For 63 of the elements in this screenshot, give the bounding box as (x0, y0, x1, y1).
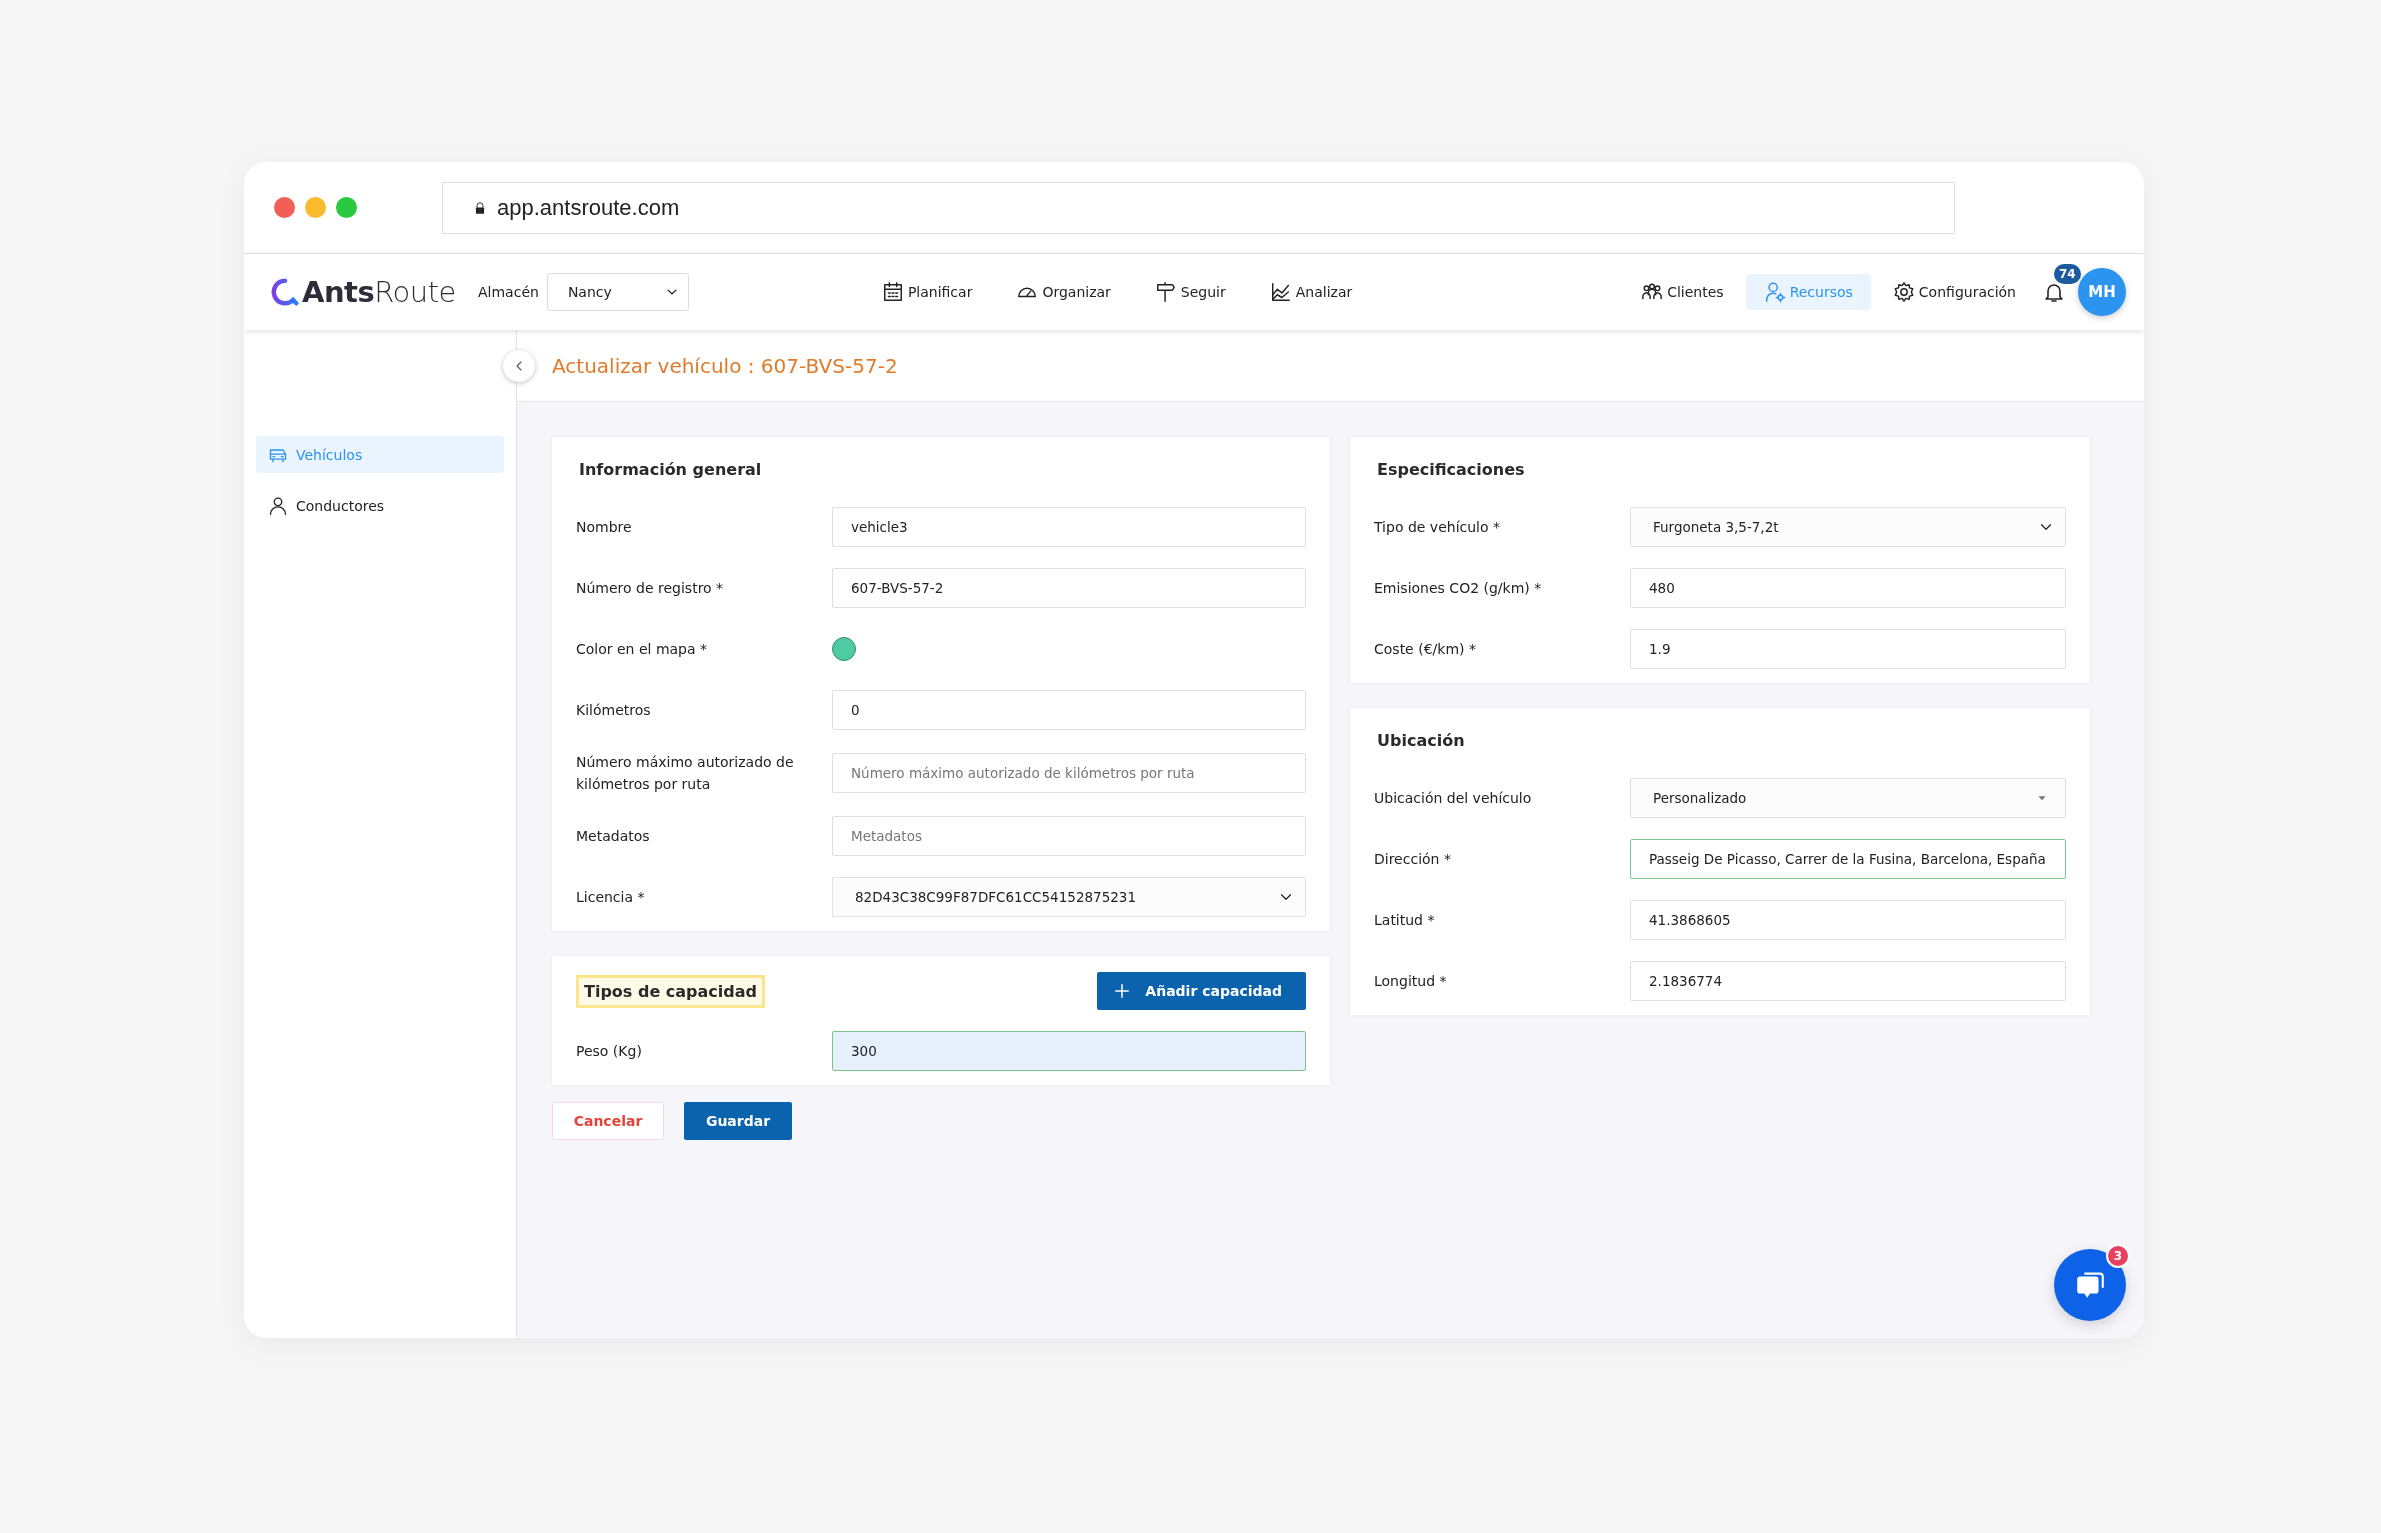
select-field[interactable]: 82D43C38C99F87DFC61CC54152875231 (832, 877, 1306, 917)
lock-icon (473, 199, 487, 216)
window-close-button[interactable] (274, 197, 295, 218)
input-field[interactable]: Metadatos (832, 816, 1306, 856)
section-title: Especificaciones (1376, 459, 1526, 481)
field-label: Ubicación del vehículo (1374, 789, 1533, 808)
nav-link[interactable]: Analizar (1261, 274, 1361, 310)
input-field[interactable]: Passeig De Picasso, Carrer de la Fusina, Barcelona, España (1630, 839, 2066, 879)
input-field[interactable]: 41.3868605 (1630, 900, 2066, 940)
nav-link[interactable]: Seguir (1146, 274, 1234, 310)
cancel-button[interactable]: Cancelar (552, 1102, 664, 1140)
input-field[interactable]: 300 (832, 1031, 1306, 1071)
field-label: Longitud * (1374, 972, 1448, 991)
field-label: Peso (Kg) (576, 1042, 643, 1061)
field-label: Número de registro * (576, 579, 725, 598)
sidebar-item[interactable]: Conductores (256, 487, 504, 524)
plus-icon (1113, 982, 1132, 1000)
input-field[interactable]: 2.1836774 (1630, 961, 2066, 1001)
logo-icon (270, 277, 300, 307)
input-field[interactable]: 1.9 (1630, 629, 2066, 669)
input-field[interactable]: 0 (832, 690, 1306, 730)
section-title: Tipos de capacidad (576, 974, 765, 1008)
page-title: Actualizar vehículo : 607-BVS-57-2 (552, 353, 898, 378)
signpost-icon (1154, 281, 1177, 303)
person-gear-icon (1763, 281, 1786, 303)
nav-link[interactable]: Organizar (1008, 274, 1119, 310)
field-label: Emisiones CO2 (g/km) * (1374, 579, 1543, 598)
warehouse-label: Almacén (478, 284, 539, 300)
nav-link[interactable]: Planificar (873, 274, 981, 310)
nav-link[interactable]: Clientes (1633, 274, 1732, 310)
section-title: Ubicación (1376, 730, 1466, 752)
input-field[interactable]: vehicle3 (832, 507, 1306, 547)
field-label: Coste (€/km) * (1374, 640, 1477, 659)
address-bar[interactable]: app.antsroute.com (442, 181, 1955, 234)
window-maximize-button[interactable] (336, 197, 357, 218)
collapse-sidebar-button[interactable] (503, 349, 535, 382)
chart-icon (1269, 281, 1292, 303)
save-button[interactable]: Guardar (684, 1102, 792, 1140)
field-label: Latitud * (1374, 911, 1436, 930)
input-field[interactable]: 607-BVS-57-2 (832, 568, 1306, 608)
add-capacity-button[interactable]: Añadir capacidad (1097, 972, 1306, 1010)
person-icon (268, 495, 288, 516)
select-field[interactable]: Furgoneta 3,5-7,2t (1630, 507, 2066, 547)
field-label: Número máximo autorizado de kilómetros por ruta (576, 753, 795, 794)
notification-count: 74 (2054, 264, 2081, 284)
field-label: Kilómetros (576, 701, 652, 720)
field-label: Metadatos (576, 827, 651, 846)
input-field[interactable]: 480 (1630, 568, 2066, 608)
input-field[interactable]: Número máximo autorizado de kilómetros por ruta (832, 753, 1306, 793)
logo-text: AntsRoute (302, 275, 456, 309)
nav-link[interactable]: Configuración (1884, 274, 2024, 310)
settings-icon (1892, 281, 1915, 303)
field-label: Nombre (576, 518, 633, 537)
select-field[interactable]: Personalizado (1630, 778, 2066, 818)
field-label: Color en el mapa * (576, 640, 709, 659)
color-swatch[interactable] (832, 637, 856, 661)
section-title: Información general (578, 459, 763, 481)
calendar-icon (881, 281, 904, 303)
warehouse-dropdown[interactable]: Nancy (546, 273, 689, 311)
window-minimize-button[interactable] (305, 197, 326, 218)
field-label: Licencia * (576, 888, 646, 907)
field-label: Dirección * (1374, 850, 1452, 869)
field-label: Tipo de vehículo * (1374, 518, 1501, 537)
